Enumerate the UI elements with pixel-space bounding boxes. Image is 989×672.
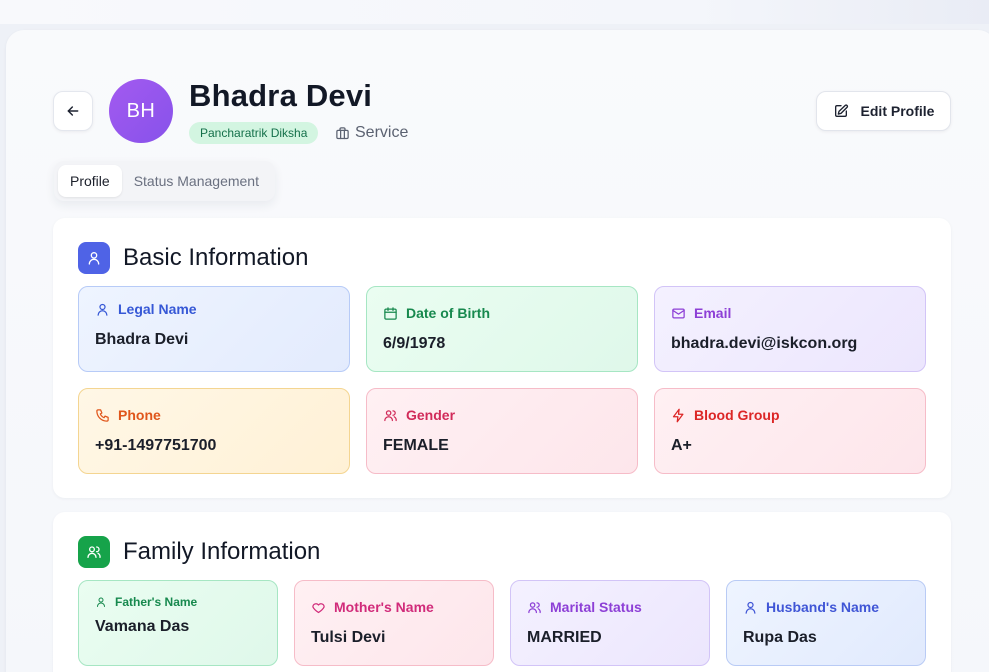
profile-name: Bhadra Devi (189, 78, 373, 113)
arrow-left-icon (67, 106, 79, 116)
basic-information-header: Basic Information (78, 242, 308, 274)
fathers-name-value: Vamana Das (95, 618, 190, 635)
husbands-name-value: Rupa Das (743, 629, 817, 646)
phone-icon (96, 408, 109, 422)
marital-status-card: Marital Status MARRIED (510, 580, 710, 666)
mail-icon (672, 308, 685, 318)
users-icon (384, 409, 397, 421)
mothers-name-value: Tulsi Devi (311, 629, 386, 646)
users-icon (528, 601, 541, 613)
gender-label: Gender (383, 407, 455, 423)
avatar: BH (109, 79, 173, 143)
legal-name-label: Legal Name (95, 301, 197, 317)
heart-icon (312, 602, 325, 613)
department-label: Service (355, 124, 409, 141)
user-icon (97, 303, 108, 316)
mothers-name-card: Mother's Name Tulsi Devi (294, 580, 494, 666)
date-of-birth-card: Date of Birth 6/9/1978 (366, 286, 638, 372)
husbands-name-label: Husband's Name (743, 599, 879, 615)
tab-profile[interactable]: Profile (58, 165, 122, 197)
edit-profile-button[interactable]: Edit Profile (816, 91, 951, 131)
calendar-icon (384, 306, 397, 320)
back-button[interactable] (53, 91, 93, 131)
family-information-title: Family Information (123, 538, 321, 565)
marital-status-value: MARRIED (527, 629, 602, 646)
basic-information-title: Basic Information (123, 244, 309, 271)
legal-name-card: Legal Name Bhadra Devi (78, 286, 350, 372)
edit-icon (834, 104, 848, 117)
user-icon (97, 597, 105, 607)
legal-name-value: Bhadra Devi (95, 331, 189, 348)
email-card: Email bhadra.devi@iskcon.org (654, 286, 926, 372)
gender-value: FEMALE (383, 437, 449, 454)
gender-card: Gender FEMALE (366, 388, 638, 474)
bolt-icon (672, 408, 684, 422)
email-label: Email (671, 305, 731, 321)
blood-group-card: Blood Group A+ (654, 388, 926, 474)
date-of-birth-label: Date of Birth (383, 305, 490, 321)
user-icon (745, 601, 756, 614)
fathers-name-label: Father's Name (95, 595, 197, 609)
family-information-header: Family Information (78, 536, 320, 568)
email-value: bhadra.devi@iskcon.org (671, 335, 858, 352)
phone-label: Phone (95, 407, 161, 423)
edit-profile-label: Edit Profile (860, 103, 935, 119)
tab-status-management[interactable]: Status Management (122, 165, 271, 197)
mothers-name-label: Mother's Name (311, 599, 434, 615)
phone-value: +91-1497751700 (95, 437, 217, 454)
department: Service (335, 124, 408, 142)
top-bar (0, 0, 989, 24)
diksha-badge: Pancharatrik Diksha (189, 122, 319, 144)
fathers-name-card: Father's Name Vamana Das (78, 580, 278, 666)
family-information-section: Family Information Father's Name Vamana … (53, 512, 951, 672)
blood-group-value: A+ (671, 437, 692, 454)
briefcase-icon (336, 126, 349, 139)
basic-information-section: Basic Information Legal Name Bhadra Devi… (53, 218, 951, 498)
profile-tabs: Profile Status Management (54, 161, 275, 201)
marital-status-label: Marital Status (527, 599, 642, 615)
blood-group-label: Blood Group (671, 407, 780, 423)
users-icon (78, 536, 110, 568)
phone-card: Phone +91-1497751700 (78, 388, 350, 474)
husbands-name-card: Husband's Name Rupa Das (726, 580, 926, 666)
date-of-birth-value: 6/9/1978 (383, 335, 446, 352)
user-icon (78, 242, 110, 274)
